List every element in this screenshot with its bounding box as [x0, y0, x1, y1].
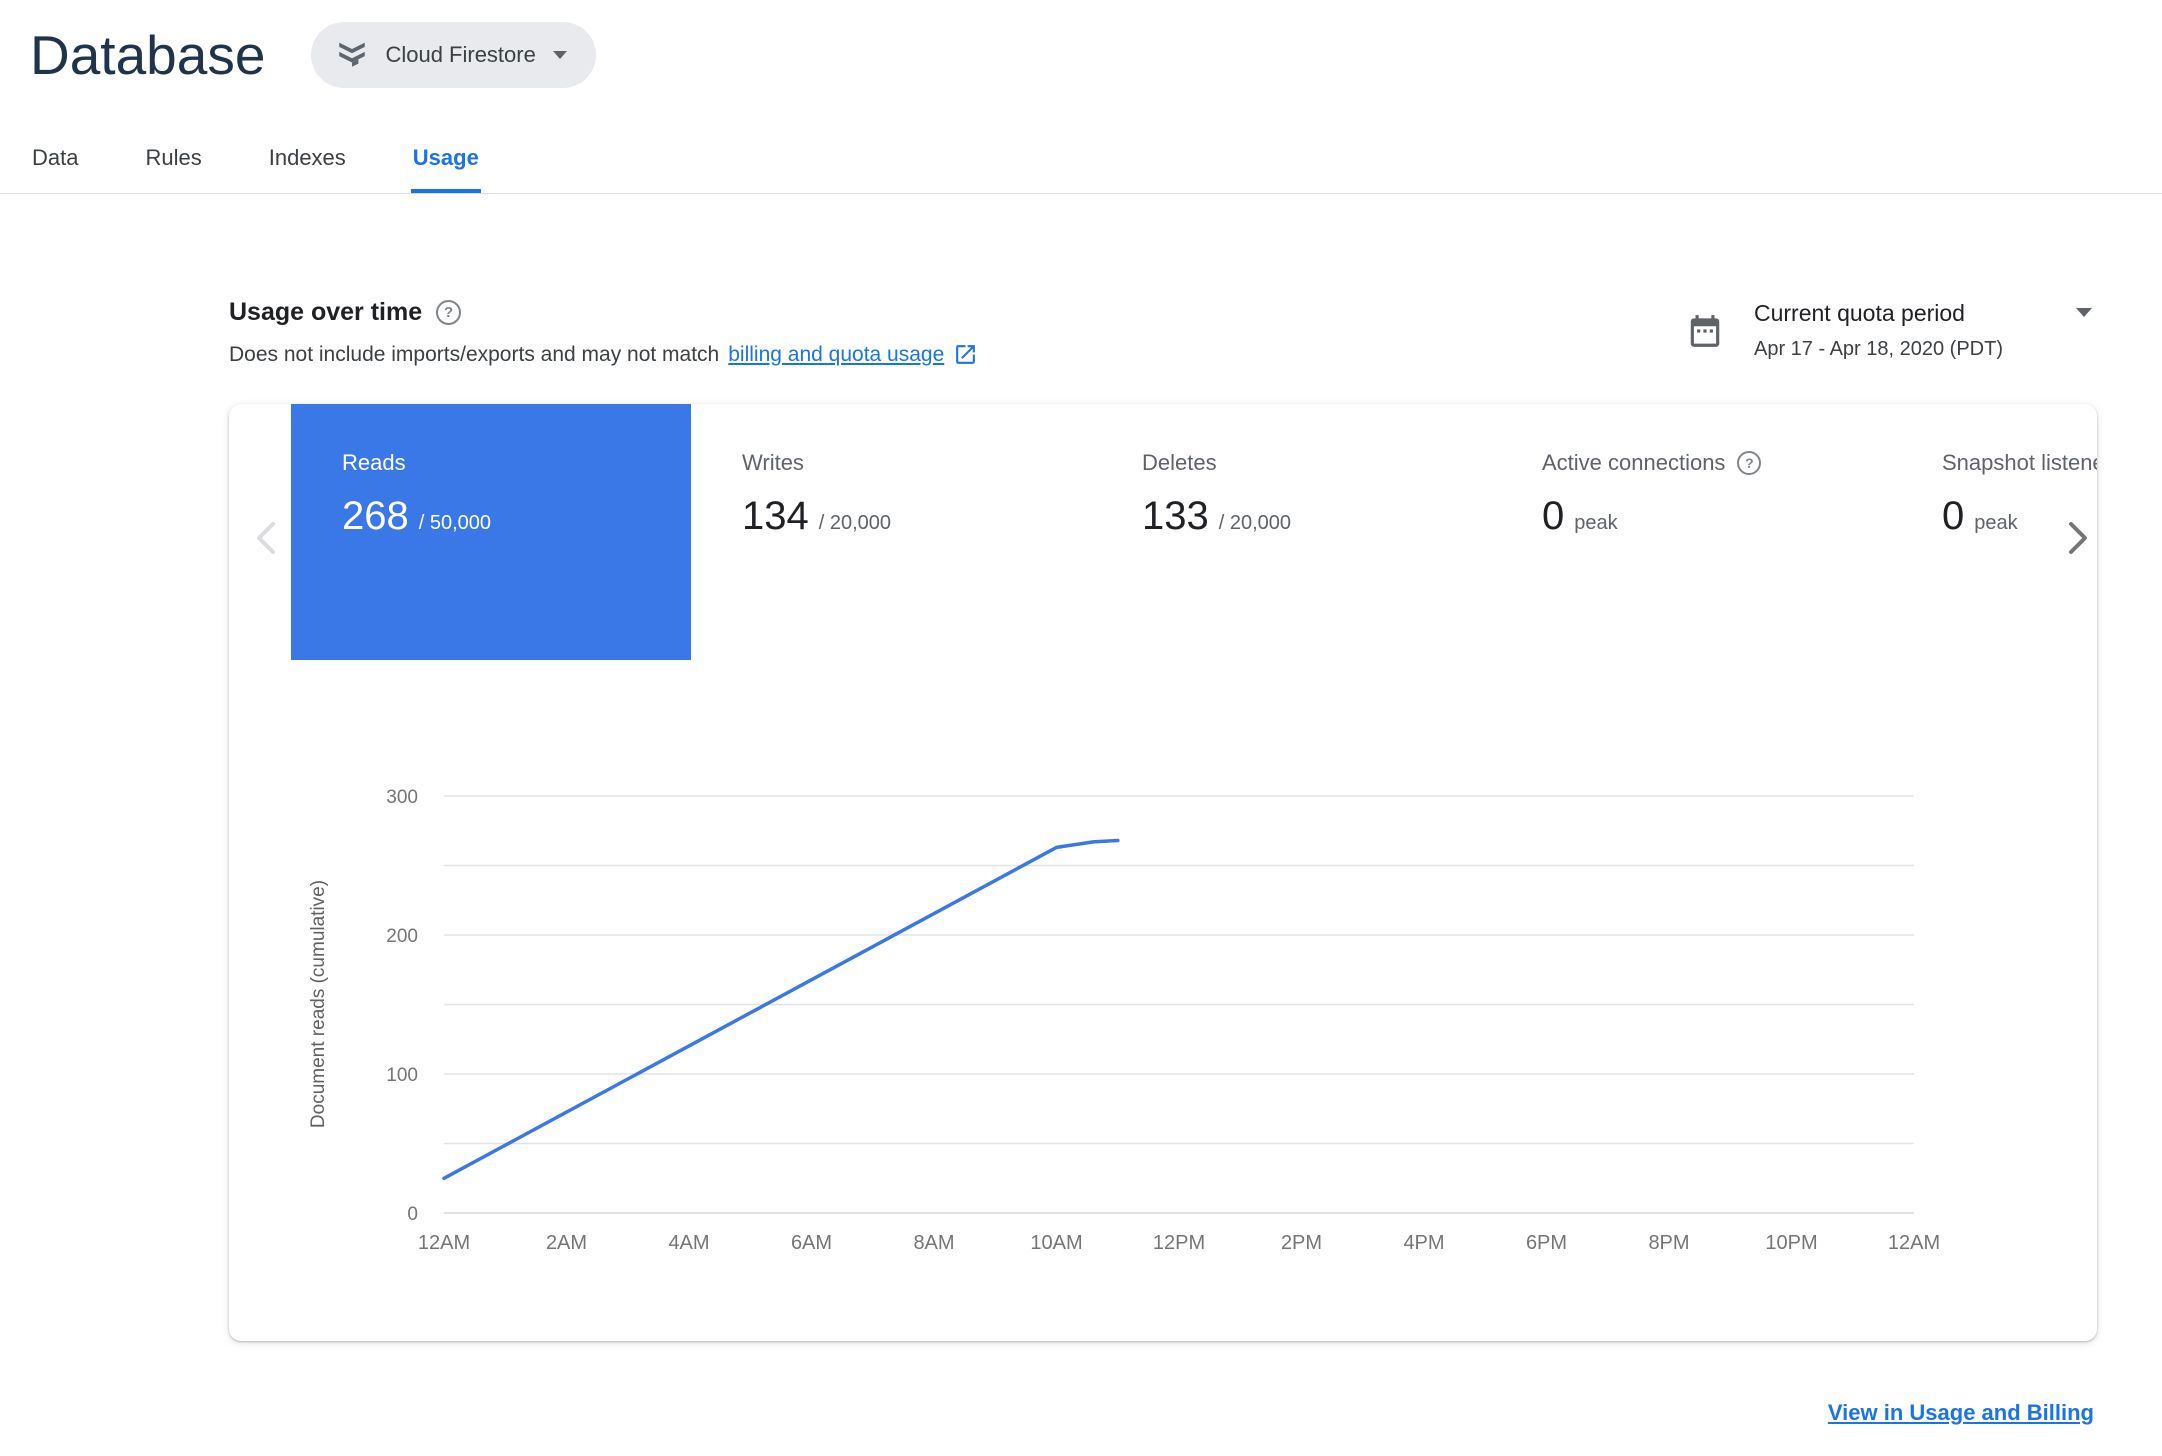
- firestore-icon: [335, 37, 369, 74]
- x-tick-label: 4PM: [1403, 1232, 1444, 1254]
- x-tick-label: 12PM: [1153, 1232, 1205, 1254]
- x-tick-label: 10PM: [1765, 1232, 1817, 1254]
- view-usage-billing-link[interactable]: View in Usage and Billing: [1828, 1400, 2094, 1426]
- y-tick-label: 200: [386, 926, 418, 947]
- metric-tile-reads[interactable]: Reads 268 / 50,000: [291, 404, 691, 660]
- x-tick-label: 12AM: [418, 1232, 470, 1254]
- calendar-icon: [1686, 312, 1724, 361]
- tab-usage[interactable]: Usage: [410, 143, 481, 193]
- page-title: Database: [30, 24, 266, 86]
- metric-label: Deletes: [1142, 450, 1217, 475]
- metric-value: 0: [1942, 494, 1965, 538]
- y-tick-label: 0: [407, 1204, 418, 1225]
- usage-over-time-title: Usage over time: [229, 298, 423, 326]
- tab-indexes[interactable]: Indexes: [267, 143, 348, 193]
- metric-value: 268: [342, 494, 409, 538]
- metric-value: 133: [1142, 494, 1209, 538]
- tab-data[interactable]: Data: [30, 143, 80, 193]
- metric-peak-label: peak: [1574, 512, 1618, 534]
- product-selector-label: Cloud Firestore: [385, 42, 536, 67]
- metric-quota: / 20,000: [1218, 512, 1292, 534]
- tab-rules[interactable]: Rules: [143, 143, 203, 193]
- x-tick-label: 12AM: [1888, 1232, 1940, 1254]
- metric-value: 134: [742, 494, 809, 538]
- metric-peak-label: peak: [1974, 512, 2018, 534]
- x-tick-label: 8PM: [1648, 1232, 1689, 1254]
- metric-label: Reads: [342, 450, 406, 475]
- y-axis-title: Document reads (cumulative): [308, 880, 329, 1128]
- quota-period-label: Current quota period: [1754, 300, 1965, 326]
- billing-quota-usage-link[interactable]: billing and quota usage: [728, 343, 944, 367]
- y-tick-label: 100: [386, 1065, 418, 1086]
- product-selector[interactable]: Cloud Firestore: [311, 22, 596, 88]
- metric-label: Writes: [742, 450, 804, 475]
- x-tick-label: 8AM: [913, 1232, 954, 1254]
- y-tick-label: 300: [386, 787, 418, 808]
- external-link-icon[interactable]: [953, 342, 978, 367]
- x-tick-label: 4AM: [668, 1232, 709, 1254]
- page-header: Database Cloud Firestore: [30, 22, 596, 88]
- usage-section-header: Usage over time ? Does not include impor…: [229, 298, 978, 367]
- metric-label: Snapshot listeners: [1942, 450, 2097, 475]
- metric-value: 0: [1542, 494, 1565, 538]
- metric-tile-deletes[interactable]: Deletes 133 / 20,000: [1091, 404, 1491, 660]
- usage-card: 0 100 200 300 12AM 2AM 4AM 6AM 8AM 10AM 12PM 2PM 4PM…: [229, 404, 2097, 1341]
- metric-quota: / 20,000: [818, 512, 892, 534]
- metric-tiles: Reads 268 / 50,000 Writes 134 / 20,000 D…: [291, 404, 2097, 660]
- usage-subtitle-text: Does not include imports/exports and may…: [229, 342, 720, 366]
- usage-line-series: [442, 838, 1120, 1181]
- metric-tile-active-connections[interactable]: Active connections ? 0 peak: [1491, 404, 1891, 660]
- metric-quota: / 50,000: [418, 512, 492, 534]
- x-tick-label: 2PM: [1281, 1232, 1322, 1254]
- help-icon[interactable]: ?: [1737, 451, 1762, 475]
- metric-label: Active connections: [1542, 450, 1726, 475]
- x-tick-label: 2AM: [546, 1232, 587, 1254]
- carousel-prev-button[interactable]: [247, 516, 287, 560]
- carousel-next-button[interactable]: [2057, 516, 2097, 560]
- quota-period-range: Apr 17 - Apr 18, 2020 (PDT): [1754, 338, 2004, 360]
- x-tick-label: 10AM: [1030, 1232, 1082, 1254]
- tab-bar: Data Rules Indexes Usage: [0, 143, 2162, 194]
- quota-caret-icon: [2075, 305, 2093, 323]
- metric-tile-writes[interactable]: Writes 134 / 20,000: [691, 404, 1091, 660]
- quota-period-selector[interactable]: Current quota period Apr 17 - Apr 18, 20…: [1686, 300, 2093, 361]
- x-tick-label: 6PM: [1526, 1232, 1567, 1254]
- help-icon[interactable]: ?: [436, 300, 462, 325]
- x-tick-label: 6AM: [791, 1232, 832, 1254]
- chevron-down-icon: [552, 48, 568, 63]
